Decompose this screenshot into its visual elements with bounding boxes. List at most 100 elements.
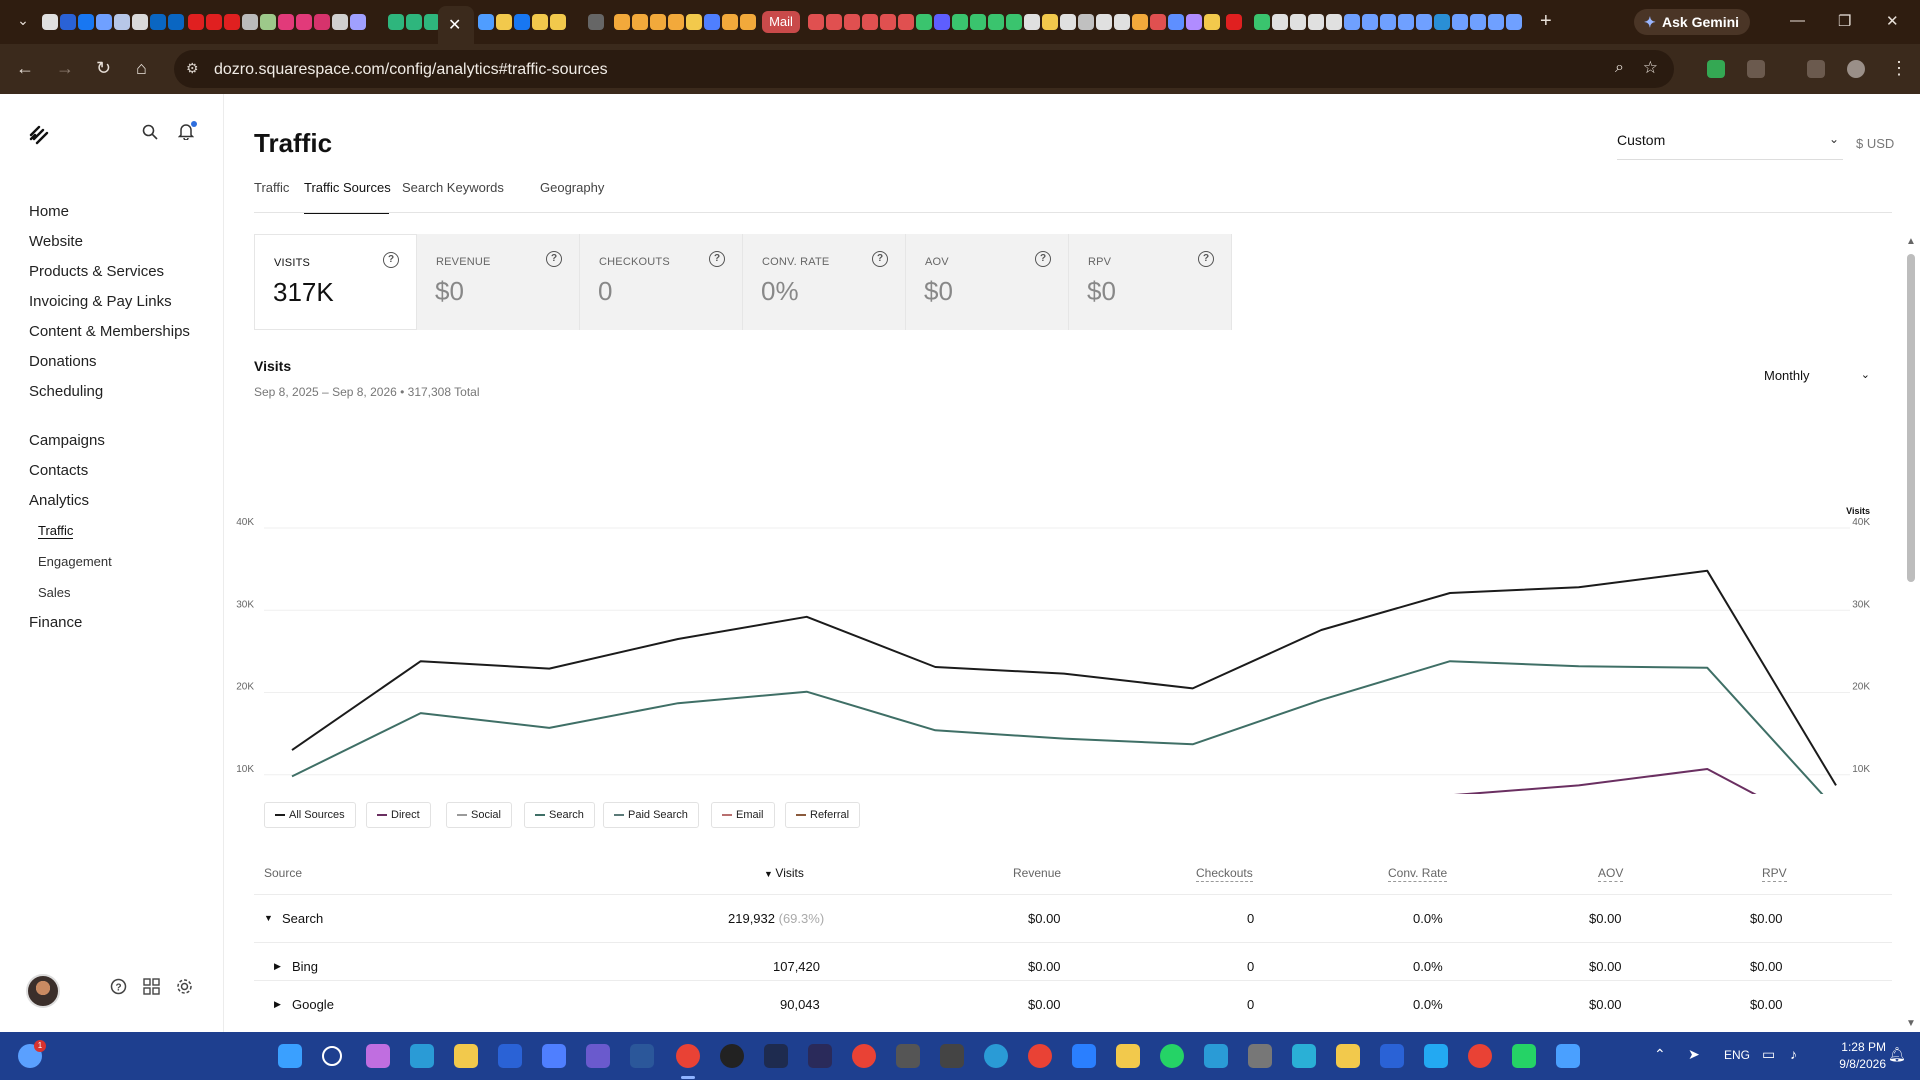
terminal-icon[interactable] [764,1044,788,1068]
edge-icon[interactable] [410,1044,434,1068]
scroll-up-icon[interactable]: ▲ [1906,236,1916,247]
windows-start-icon[interactable] [278,1044,302,1068]
volume-icon[interactable]: ♪ [1790,1046,1797,1062]
favicon-tab[interactable] [1290,14,1306,30]
nav-finance[interactable]: Finance [29,614,82,631]
nav-invoicing[interactable]: Invoicing & Pay Links [29,293,172,310]
bookmark-star-icon[interactable]: ☆ [1643,58,1658,78]
clock-time[interactable]: 1:28 PM [1826,1040,1886,1054]
favicon-tab[interactable] [1132,14,1148,30]
nav-analytics-engagement[interactable]: Engagement [38,554,112,569]
favicon-tab[interactable] [296,14,312,30]
column-header-visits[interactable]: ▼ Visits [764,866,804,880]
help-icon[interactable]: ? [383,252,399,268]
favicon-tab[interactable] [1150,14,1166,30]
extensions-icon[interactable] [1747,60,1765,78]
help-icon[interactable]: ? [1035,251,1051,267]
sticky-notes-icon[interactable] [1116,1044,1140,1068]
favicon-tab[interactable] [278,14,294,30]
favicon-tab[interactable] [1272,14,1288,30]
favicon-tab[interactable] [60,14,76,30]
favicon-tab[interactable] [478,14,494,30]
favicon-tab[interactable] [704,14,720,30]
favicon-tab[interactable] [1168,14,1184,30]
favicon-tab[interactable] [168,14,184,30]
notification-bell-icon[interactable]: 🔔︎ [1888,1046,1906,1063]
favicon-tab[interactable] [1380,14,1396,30]
date-range-select[interactable]: Custom ⌄ [1617,132,1843,160]
help-icon[interactable]: ? [872,251,888,267]
metric-card-rpv[interactable]: RPV ? $0 [1069,234,1232,330]
legend-item[interactable]: Paid Search [603,802,699,828]
nav-analytics-sales[interactable]: Sales [38,585,71,600]
media-control-icon[interactable] [1807,60,1825,78]
tab-geography[interactable]: Geography [540,180,604,195]
chrome-profile-icon[interactable] [852,1044,876,1068]
usb-icon[interactable] [1248,1044,1272,1068]
tab-search-keywords[interactable]: Search Keywords [402,180,504,195]
favicon-tab[interactable] [1042,14,1058,30]
nav-content-memberships[interactable]: Content & Memberships [29,323,190,340]
screen-clip-icon[interactable] [940,1044,964,1068]
ask-gemini-button[interactable]: ✦ Ask Gemini [1634,9,1750,35]
m365-icon[interactable] [586,1044,610,1068]
legend-item[interactable]: Referral [785,802,861,828]
favicon-tab[interactable] [1398,14,1414,30]
favicon-tab[interactable] [844,14,860,30]
store-icon[interactable] [542,1044,566,1068]
favicon-tab[interactable] [332,14,348,30]
mail-tab[interactable]: Mail [762,11,800,33]
nav-analytics-traffic[interactable]: Traffic [38,523,74,539]
favicon-tab[interactable] [314,14,330,30]
favicon-tab[interactable] [862,14,878,30]
location-icon[interactable]: ➤ [1688,1046,1700,1063]
metric-card-aov[interactable]: AOV ? $0 [906,234,1069,330]
back-icon[interactable]: ← [16,58,34,79]
help-icon[interactable]: ? [709,251,725,267]
favicon-tab[interactable] [114,14,130,30]
favicon-tab[interactable] [1434,14,1450,30]
whatsapp-business-icon[interactable] [1512,1044,1536,1068]
favicon-tab[interactable] [1078,14,1094,30]
notepad-icon[interactable] [1380,1044,1404,1068]
favicon-tab[interactable] [898,14,914,30]
favicon-tab[interactable] [514,14,530,30]
help-icon[interactable]: ? [110,978,127,1000]
collapse-caret-icon[interactable]: ▼ [264,913,273,923]
legend-item[interactable]: Search [524,802,595,828]
address-bar[interactable]: ⚙ dozro.squarespace.com/config/analytics… [174,50,1674,88]
favicon-tab[interactable] [242,14,258,30]
favicon-tab[interactable] [406,14,422,30]
favicon-tab[interactable] [1344,14,1360,30]
favicon-tab[interactable] [588,14,604,30]
tab-traffic-sources[interactable]: Traffic Sources [304,180,391,195]
close-tab-icon[interactable]: ✕ [448,15,461,35]
zoom-icon[interactable]: ⌕ [1615,59,1624,77]
chrome-beta-icon[interactable] [1468,1044,1492,1068]
metric-card-revenue[interactable]: REVENUE ? $0 [417,234,580,330]
nav-website[interactable]: Website [29,233,83,250]
favicon-tab[interactable] [668,14,684,30]
favicon-tab[interactable] [722,14,738,30]
show-hidden-icons[interactable]: ⌃ [1654,1046,1666,1063]
favicon-tab[interactable] [952,14,968,30]
account-avatar[interactable] [26,974,60,1008]
media-player-icon[interactable] [720,1044,744,1068]
favicon-tab[interactable] [880,14,896,30]
chrome-icon[interactable] [676,1044,700,1068]
favicon-tab[interactable] [78,14,94,30]
metric-card-checkouts[interactable]: CHECKOUTS ? 0 [580,234,743,330]
active-tab[interactable]: ✕ [438,6,474,44]
word-icon[interactable] [630,1044,654,1068]
vscode-icon[interactable] [1424,1044,1448,1068]
favicon-tab[interactable] [260,14,276,30]
favicon-tab[interactable] [1186,14,1202,30]
nav-donations[interactable]: Donations [29,353,97,370]
todo-icon[interactable] [1072,1044,1096,1068]
new-tab-button[interactable]: + [1540,10,1552,33]
favicon-tab[interactable] [1254,14,1270,30]
reload-icon[interactable]: ↻ [96,58,111,79]
favicon-tab[interactable] [1452,14,1468,30]
favicon-tab[interactable] [388,14,404,30]
favicon-tab[interactable] [614,14,630,30]
